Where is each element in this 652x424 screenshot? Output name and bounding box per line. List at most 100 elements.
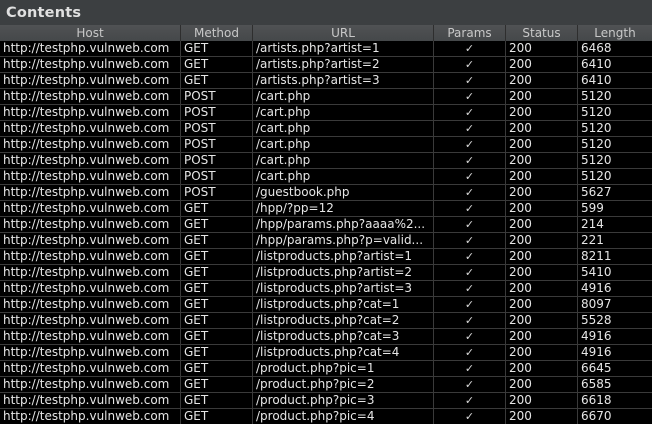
- url-cell: /hpp/params.php?aaaa%2...: [253, 217, 434, 232]
- url-cell: /listproducts.php?cat=3: [253, 329, 434, 344]
- table-row[interactable]: http://testphp.vulnweb.com GET/hpp/params…: [0, 217, 652, 233]
- host-cell: http://testphp.vulnweb.com: [0, 201, 181, 216]
- method-cell: POST: [181, 185, 253, 200]
- host-cell: http://testphp.vulnweb.com: [0, 297, 181, 312]
- method-cell: POST: [181, 169, 253, 184]
- method-cell: GET: [181, 249, 253, 264]
- table-row[interactable]: http://testphp.vulnweb.com POST/guestbook…: [0, 185, 652, 201]
- table-header: Host Method URL Params Status Length: [0, 25, 652, 42]
- host-cell: http://testphp.vulnweb.com: [0, 409, 181, 424]
- host-cell: http://testphp.vulnweb.com: [0, 249, 181, 264]
- method-cell: POST: [181, 121, 253, 136]
- length-cell: 5120: [581, 105, 612, 119]
- table-row[interactable]: http://testphp.vulnweb.com GET/product.ph…: [0, 377, 652, 393]
- table-row[interactable]: http://testphp.vulnweb.com GET/hpp/?pp=12…: [0, 201, 652, 217]
- table-row[interactable]: http://testphp.vulnweb.com GET/listproduc…: [0, 313, 652, 329]
- url-cell: /listproducts.php?artist=2: [253, 265, 434, 280]
- table-row[interactable]: http://testphp.vulnweb.com POST/cart.php ✓…: [0, 169, 652, 185]
- table-row[interactable]: http://testphp.vulnweb.com POST/cart.php ✓…: [0, 105, 652, 121]
- host-cell: http://testphp.vulnweb.com: [0, 265, 181, 280]
- url-cell: /guestbook.php: [253, 185, 434, 200]
- params-check-icon: ✓: [434, 185, 506, 200]
- host-cell: http://testphp.vulnweb.com: [0, 329, 181, 344]
- params-check-icon: ✓: [434, 89, 506, 104]
- method-cell: GET: [181, 265, 253, 280]
- status-cell: 200: [506, 265, 578, 280]
- method-cell: GET: [181, 57, 253, 72]
- url-cell: /listproducts.php?artist=1: [253, 249, 434, 264]
- url-cell: /listproducts.php?cat=1: [253, 297, 434, 312]
- host-cell: http://testphp.vulnweb.com: [0, 185, 181, 200]
- status-cell: 200: [506, 297, 578, 312]
- method-cell: GET: [181, 297, 253, 312]
- host-cell: http://testphp.vulnweb.com: [0, 41, 181, 56]
- contents-table: Host Method URL Params Status Length htt…: [0, 25, 652, 424]
- params-check-icon: ✓: [434, 41, 506, 56]
- column-header-url[interactable]: URL: [253, 25, 434, 41]
- table-row[interactable]: http://testphp.vulnweb.com GET/listproduc…: [0, 281, 652, 297]
- method-cell: POST: [181, 153, 253, 168]
- table-row[interactable]: http://testphp.vulnweb.com GET/listproduc…: [0, 329, 652, 345]
- table-row[interactable]: http://testphp.vulnweb.com GET/hpp/params…: [0, 233, 652, 249]
- params-check-icon: ✓: [434, 345, 506, 360]
- length-cell: 5120: [581, 137, 612, 151]
- table-row[interactable]: http://testphp.vulnweb.com POST/cart.php ✓…: [0, 89, 652, 105]
- table-row[interactable]: http://testphp.vulnweb.com POST/cart.php ✓…: [0, 153, 652, 169]
- table-row[interactable]: http://testphp.vulnweb.com POST/cart.php ✓…: [0, 137, 652, 153]
- length-cell: 4916: [581, 329, 612, 343]
- status-cell: 200: [506, 153, 578, 168]
- host-cell: http://testphp.vulnweb.com: [0, 121, 181, 136]
- method-cell: POST: [181, 105, 253, 120]
- status-cell: 200: [506, 345, 578, 360]
- status-cell: 200: [506, 185, 578, 200]
- params-check-icon: ✓: [434, 169, 506, 184]
- params-check-icon: ✓: [434, 233, 506, 248]
- table-row[interactable]: http://testphp.vulnweb.com GET/listproduc…: [0, 345, 652, 361]
- length-cell: 6410: [581, 57, 612, 71]
- contents-panel: Contents Host Method URL Params Status L…: [0, 0, 652, 424]
- table-row[interactable]: http://testphp.vulnweb.com GET/product.ph…: [0, 361, 652, 377]
- host-cell: http://testphp.vulnweb.com: [0, 137, 181, 152]
- url-cell: /artists.php?artist=3: [253, 73, 434, 88]
- table-row[interactable]: http://testphp.vulnweb.com POST/cart.php ✓…: [0, 121, 652, 137]
- table-row[interactable]: http://testphp.vulnweb.com GET/product.ph…: [0, 393, 652, 409]
- url-cell: /listproducts.php?artist=3: [253, 281, 434, 296]
- status-cell: 200: [506, 169, 578, 184]
- length-cell: 5528: [581, 313, 612, 327]
- length-cell: 6410: [581, 73, 612, 87]
- table-row[interactable]: http://testphp.vulnweb.com GET/product.ph…: [0, 409, 652, 424]
- params-check-icon: ✓: [434, 297, 506, 312]
- params-check-icon: ✓: [434, 329, 506, 344]
- status-cell: 200: [506, 121, 578, 136]
- table-row[interactable]: http://testphp.vulnweb.com GET/artists.ph…: [0, 57, 652, 73]
- host-cell: http://testphp.vulnweb.com: [0, 73, 181, 88]
- table-row[interactable]: http://testphp.vulnweb.com GET/artists.ph…: [0, 73, 652, 89]
- host-cell: http://testphp.vulnweb.com: [0, 169, 181, 184]
- params-check-icon: ✓: [434, 57, 506, 72]
- column-header-length[interactable]: Length: [578, 25, 652, 41]
- table-row[interactable]: http://testphp.vulnweb.com GET/listproduc…: [0, 265, 652, 281]
- column-header-params[interactable]: Params: [434, 25, 506, 41]
- column-header-method[interactable]: Method: [181, 25, 253, 41]
- table-row[interactable]: http://testphp.vulnweb.com GET/artists.ph…: [0, 41, 652, 57]
- method-cell: GET: [181, 201, 253, 216]
- url-cell: /product.php?pic=2: [253, 377, 434, 392]
- column-header-host[interactable]: Host: [0, 25, 181, 41]
- params-check-icon: ✓: [434, 105, 506, 120]
- length-cell: 6585: [581, 377, 612, 391]
- length-cell: 5120: [581, 169, 612, 183]
- host-cell: http://testphp.vulnweb.com: [0, 361, 181, 376]
- column-header-status[interactable]: Status: [506, 25, 578, 41]
- table-row[interactable]: http://testphp.vulnweb.com GET/listproduc…: [0, 249, 652, 265]
- length-cell: 5410: [581, 265, 612, 279]
- status-cell: 200: [506, 409, 578, 424]
- host-cell: http://testphp.vulnweb.com: [0, 345, 181, 360]
- length-cell: 599: [581, 201, 604, 215]
- url-cell: /cart.php: [253, 121, 434, 136]
- host-cell: http://testphp.vulnweb.com: [0, 281, 181, 296]
- length-cell: 4916: [581, 345, 612, 359]
- status-cell: 200: [506, 137, 578, 152]
- table-row[interactable]: http://testphp.vulnweb.com GET/listproduc…: [0, 297, 652, 313]
- method-cell: GET: [181, 313, 253, 328]
- length-cell: 6645: [581, 361, 612, 375]
